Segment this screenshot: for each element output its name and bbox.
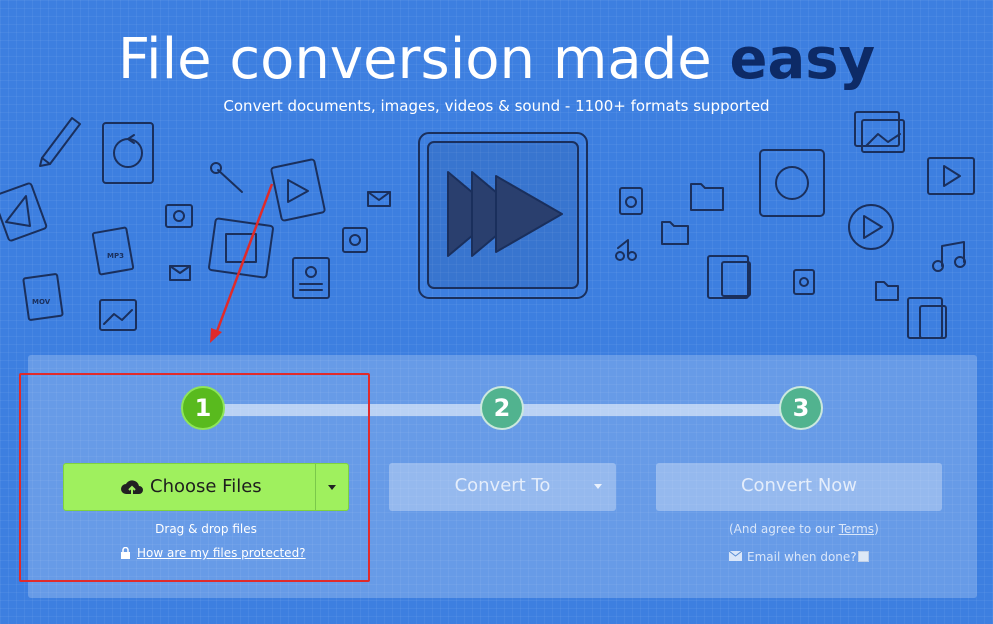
mp3-doodle-label: MP3 <box>107 252 124 260</box>
folder-icon-right-1 <box>690 183 724 211</box>
fast-forward-screen-icon <box>418 132 588 299</box>
convert-now-label: Convert Now <box>740 475 858 496</box>
wrench-icon <box>210 162 243 193</box>
envelope-icon-left-2 <box>169 265 191 281</box>
step-3-badge: 3 <box>779 386 823 430</box>
step-2-badge: 2 <box>480 386 524 430</box>
film-strip-icon <box>208 217 274 279</box>
mov-file-icon <box>22 273 64 321</box>
hero-illustration: MP3 MOV <box>0 111 975 339</box>
video-strip-icon <box>927 157 975 195</box>
audio-file-icon-right-2 <box>793 269 815 295</box>
envelope-icon-left-1 <box>367 191 391 207</box>
video-file-icon <box>270 158 326 222</box>
audio-file-icon-left <box>342 227 368 253</box>
refresh-file-icon-right <box>759 149 825 217</box>
play-circle-icon <box>848 204 894 250</box>
image-file-icon <box>99 299 137 331</box>
terms-agreement-text: (And agree to our Terms) <box>729 522 879 536</box>
caret-down-icon-convert-to <box>594 484 602 489</box>
music-note-icon-mid <box>615 239 637 261</box>
convert-now-button[interactable]: Convert Now <box>656 463 942 511</box>
folder-icon-right-2 <box>661 221 689 245</box>
refresh-file-icon <box>102 122 154 184</box>
highlight-box <box>19 373 370 582</box>
envelope-icon <box>729 551 742 561</box>
email-when-done-checkbox[interactable] <box>858 551 869 562</box>
pencil-icon <box>39 117 81 167</box>
convert-to-label: Convert To <box>454 475 551 496</box>
music-file-icon <box>165 204 193 228</box>
music-note-icon-right <box>932 241 966 272</box>
email-when-done-label: Email when done? <box>747 550 857 564</box>
folder-icon-right-3 <box>875 281 899 301</box>
clipboard-icon-2 <box>907 297 947 339</box>
mov-doodle-label: MOV <box>32 298 51 306</box>
audio-file-icon-right-1 <box>619 187 643 215</box>
photos-icon <box>854 111 905 153</box>
terms-link[interactable]: Terms <box>839 522 874 536</box>
document-icon <box>292 257 330 299</box>
mp3-file-icon <box>91 226 135 276</box>
convert-to-select[interactable]: Convert To <box>389 463 616 511</box>
clipboard-icon-1 <box>707 255 751 299</box>
triangle-file-icon <box>0 182 48 242</box>
